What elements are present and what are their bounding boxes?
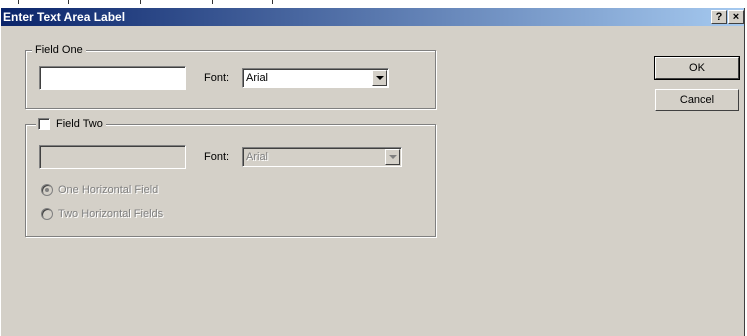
field-two-text-input[interactable] [39, 145, 186, 169]
two-horizontal-fields-radio[interactable] [41, 208, 53, 220]
two-horizontal-fields-label: Two Horizontal Fields [58, 208, 164, 220]
field-one-font-label: Font: [204, 72, 230, 84]
strip-tick [68, 0, 69, 4]
field-one-font-dropdown-button[interactable] [372, 70, 387, 86]
field-one-text-input[interactable] [39, 66, 186, 90]
chevron-down-icon [376, 76, 384, 80]
help-button[interactable]: ? [711, 10, 727, 24]
strip-tick [18, 0, 19, 4]
field-one-font-value: Arial [246, 72, 269, 84]
field-two-font-dropdown-button[interactable] [385, 149, 400, 165]
chevron-down-icon [389, 155, 397, 159]
field-two-font-value: Arial [246, 151, 269, 163]
background-window-strip [0, 0, 747, 8]
help-icon: ? [715, 11, 723, 23]
field-two-checkbox[interactable] [38, 118, 50, 130]
radio-selected-dot [45, 188, 49, 192]
dialog-title: Enter Text Area Label [3, 10, 126, 24]
title-bar[interactable]: Enter Text Area Label ? × [1, 8, 744, 26]
one-horizontal-field-label: One Horizontal Field [58, 184, 159, 196]
text-area-label-dialog: Enter Text Area Label ? × Field One Font… [0, 8, 745, 336]
field-one-font-select[interactable]: Arial [242, 68, 389, 88]
cancel-button[interactable]: Cancel [655, 89, 739, 111]
field-two-font-select[interactable]: Arial [242, 147, 402, 167]
field-two-font-label: Font: [204, 151, 230, 163]
strip-tick [272, 0, 273, 4]
field-one-legend: Field One [32, 43, 86, 57]
strip-tick [140, 0, 141, 4]
close-icon: × [732, 11, 740, 23]
close-button[interactable]: × [728, 10, 744, 24]
strip-tick [212, 0, 213, 4]
one-horizontal-field-radio[interactable] [41, 184, 53, 196]
ok-button[interactable]: OK [654, 56, 740, 80]
